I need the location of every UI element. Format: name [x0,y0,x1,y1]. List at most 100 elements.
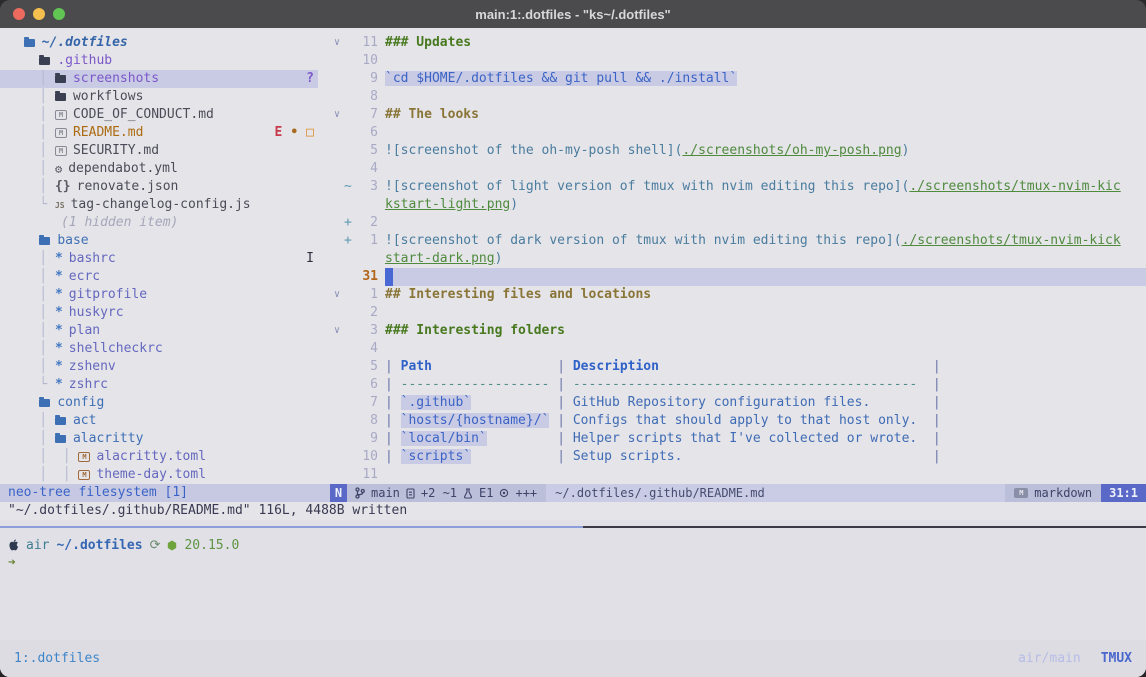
sign-column [344,70,354,88]
editor-line[interactable]: 6| ------------------- | ---------------… [330,376,1146,394]
syntax-segment: ![screenshot of the oh-my-posh shell]( [385,143,682,158]
filetype-label: markdown [1034,484,1092,502]
tree-indent-guides: │ [8,304,55,322]
editor-line[interactable]: 9`cd $HOME/.dotfiles && git pull && ./in… [330,70,1146,88]
tree-row[interactable]: │ gitprofile [0,286,318,304]
tree-row[interactable]: │ huskyrc [0,304,318,322]
editor-line[interactable]: 5| Path | Description | [330,358,1146,376]
folder-icon [39,237,50,245]
pane-border[interactable] [583,526,1146,528]
tree-indent-guides: │ │ [8,448,78,466]
tree-label: bashrc [69,250,116,268]
tree-row[interactable]: │ dependabot.yml [0,160,318,178]
editor-line[interactable]: 10| `scripts` | Setup scripts. | [330,448,1146,466]
statusline-extra: +++ [515,484,537,502]
editor-line[interactable]: ∨1## Interesting files and locations [330,286,1146,304]
tree-row[interactable]: │ zshenv [0,358,318,376]
tree-row[interactable]: │ CODE_OF_CONDUCT.md [0,106,318,124]
tree-row[interactable]: │ README.mdE•□ [0,124,318,142]
fold-column [330,196,344,214]
tree-row[interactable]: │ alacritty [0,430,318,448]
git-sign: + [344,214,354,232]
line-number: 9 [354,70,378,88]
dotfile-star-icon [55,304,63,322]
tree-row[interactable]: │ act [0,412,318,430]
tree-row[interactable]: │ │ theme-day.toml [0,466,318,484]
editor-line[interactable]: start-dark.png) [330,250,1146,268]
tree-row[interactable]: │ renovate.json [0,178,318,196]
tree-row[interactable]: base [0,232,318,250]
tree-row[interactable]: .github [0,52,318,70]
tree-label: workflows [73,88,143,106]
editor-line[interactable]: +1![screenshot of dark version of tmux w… [330,232,1146,250]
tree-row[interactable]: │ SECURITY.md [0,142,318,160]
syntax-segment: ### Updates [385,35,471,50]
editor-line[interactable]: kstart-light.png) [330,196,1146,214]
fold-column [330,232,344,250]
command-line-message: "~/.dotfiles/.github/README.md" 116L, 44… [0,502,1146,520]
sign-column [344,340,354,358]
tree-indent-guides: └ [8,196,55,214]
tree-indent-guides: │ [8,250,55,268]
editor-line[interactable]: 9| `local/bin` | Helper scripts that I'v… [330,430,1146,448]
pane-border-active[interactable] [0,526,583,528]
editor-line[interactable]: 4 [330,340,1146,358]
tree-row[interactable]: ~/.dotfiles [0,34,318,52]
syntax-segment: ## The looks [385,107,479,122]
tree-label: SECURITY.md [73,142,159,160]
editor-line[interactable]: 4 [330,160,1146,178]
editor-line[interactable]: +2 [330,214,1146,232]
tree-indent-guides: │ [8,160,55,178]
tree-row[interactable]: └ tag-changelog-config.js [0,196,318,214]
editor-line[interactable]: 10 [330,52,1146,70]
tree-indent-guides: │ [8,106,55,124]
editor-line[interactable]: 8| `hosts/{hostname}/` | Configs that sh… [330,412,1146,430]
json-icon [55,178,71,196]
folder-icon [24,39,35,47]
shell-pane: air ~/.dotfiles ⟳ 20.15.0 ➔ 1:.dotfiles … [0,520,1146,677]
editor-line[interactable]: 5![screenshot of the oh-my-posh shell](.… [330,142,1146,160]
tree-row[interactable]: config [0,394,318,412]
tree-row[interactable]: │ screenshots? [0,70,318,88]
tree-row[interactable]: (1 hidden item) [0,214,318,232]
sign-column [344,466,354,484]
toml-icon [78,470,90,480]
line-text: ### Updates [385,34,1146,52]
terminal-content: ~/.dotfiles .github │ screenshots? │ wor… [0,28,1146,677]
line-text: | ------------------- | ----------------… [385,376,1146,394]
editor-line[interactable]: ∨11### Updates [330,34,1146,52]
tree-label: alacritty [73,430,143,448]
editor-line[interactable]: ∨7## The looks [330,106,1146,124]
fold-column [330,448,344,466]
tree-row[interactable]: │ workflows [0,88,318,106]
syntax-segment: | [557,377,573,392]
tree-row[interactable]: └ zshrc [0,376,318,394]
line-text [385,304,1146,322]
editor-line[interactable]: 7| `.github` | GitHub Repository configu… [330,394,1146,412]
editor-line[interactable]: 31 [330,268,1146,286]
tree-row[interactable]: │ bashrcI [0,250,318,268]
sign-column [344,124,354,142]
editor-line[interactable]: 8 [330,88,1146,106]
editor-line[interactable]: ~3![screenshot of light version of tmux … [330,178,1146,196]
syntax-segment [917,431,933,446]
editor-line[interactable]: ∨3### Interesting folders [330,322,1146,340]
tree-row[interactable]: │ shellcheckrc [0,340,318,358]
tree-label: CODE_OF_CONDUCT.md [73,106,214,124]
tree-row[interactable]: │ ecrc [0,268,318,286]
syntax-segment: | [933,377,941,392]
line-text: ![screenshot of light version of tmux wi… [385,178,1146,196]
line-text: ![screenshot of the oh-my-posh shell](./… [385,142,1146,160]
tree-label: renovate.json [77,178,179,196]
fold-column [330,214,344,232]
tree-row[interactable]: │ │ alacritty.toml [0,448,318,466]
editor-line[interactable]: 2 [330,304,1146,322]
tree-indent-guides: │ [8,142,55,160]
syntax-segment: | [385,359,401,374]
tree-row[interactable]: │ plan [0,322,318,340]
editor-line[interactable]: 6 [330,124,1146,142]
editor-line[interactable]: 11 [330,466,1146,484]
tmux-window-tab[interactable]: 1:.dotfiles [14,649,100,669]
fold-column [330,160,344,178]
neo-tree: ~/.dotfiles .github │ screenshots? │ wor… [0,34,318,484]
